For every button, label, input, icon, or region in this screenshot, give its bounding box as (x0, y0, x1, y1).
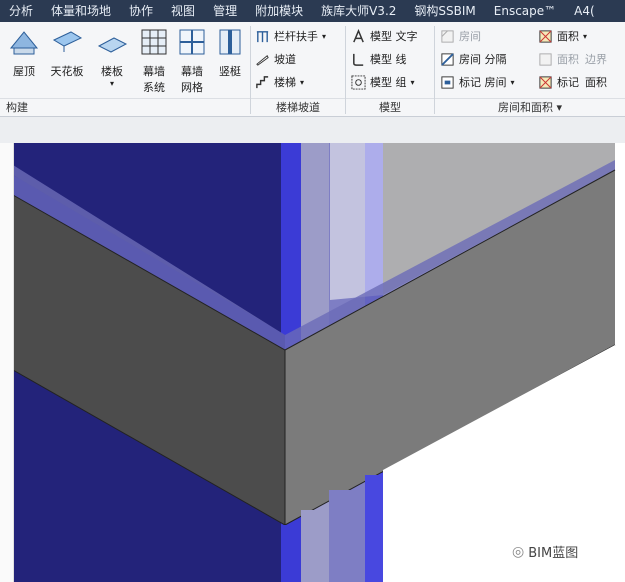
boundary-label: 边界 (585, 53, 607, 66)
mullion-button[interactable]: 竖梃 (210, 26, 250, 79)
tag-area-button[interactable]: 标记 面积 (538, 72, 607, 92)
stair-icon (256, 75, 269, 88)
roof-label: 屋顶 (13, 65, 35, 78)
watermark-text: BIM蓝图 (528, 546, 579, 561)
menu-a4[interactable]: A4( (565, 0, 604, 22)
area-label: 面积 (557, 30, 579, 43)
tag-area-short-label: 面积 (585, 76, 607, 89)
room-separator-icon (441, 52, 454, 66)
area-boundary-label: 面积 (557, 53, 579, 66)
tag-area-label: 标记 (557, 76, 579, 89)
curtain-system-button[interactable]: 幕墙 系统 (134, 26, 174, 95)
mullion-icon (219, 29, 241, 55)
ramp-label: 坡道 (274, 53, 296, 66)
room-area-group-label[interactable]: 房间和面积 ▾ (435, 98, 625, 116)
opening (330, 143, 383, 300)
curtain-system-icon (141, 29, 167, 55)
menu-addins[interactable]: 附加模块 (246, 0, 312, 22)
3d-viewport[interactable] (0, 143, 625, 582)
model-line-button[interactable]: 模型 线 (351, 49, 407, 69)
ceiling-icon (52, 31, 83, 52)
room-icon (441, 29, 454, 43)
model-group-label-text: 模型 (346, 98, 434, 116)
floor-icon (97, 37, 128, 53)
room-label: 房间 (459, 30, 481, 43)
3d-model-view (12, 143, 616, 582)
wechat-icon: ◎ (512, 543, 525, 560)
model-text-button[interactable]: 模型 文字 (351, 26, 418, 46)
menu-analyze[interactable]: 分析 (0, 0, 42, 22)
menu-ssbim[interactable]: 钢构SSBIM (405, 0, 484, 22)
mullion-lower (281, 525, 301, 582)
menu-massing-site[interactable]: 体量和场地 (42, 0, 120, 22)
area-icon (539, 29, 552, 43)
roof-icon (9, 31, 39, 55)
view-toolbar (0, 117, 625, 143)
watermark: ◎ BIM蓝图 (512, 542, 579, 562)
tag-room-label: 标记 房间 (459, 76, 507, 89)
room-separator-label: 房间 分隔 (459, 53, 507, 66)
tag-room-icon (441, 75, 454, 89)
ramp-icon (256, 54, 269, 66)
model-group-icon (351, 74, 366, 90)
ramp-button[interactable]: 坡道 (255, 49, 296, 69)
railing-label: 栏杆扶手 (274, 30, 318, 43)
room-button[interactable]: 房间 (440, 26, 481, 46)
build-group-label: 构建 (0, 98, 256, 116)
curtain-grid-label: 幕墙 网格 (181, 65, 203, 94)
stairs-group-label: 楼梯坡道 (251, 98, 345, 116)
mullion-side-lower (301, 510, 329, 582)
ribbon: 屋顶 天花板 楼板 ▾ 幕墙 系统 幕墙 网格 竖梃 构建 栏杆扶手 ▾ 坡道 楼梯… (0, 22, 625, 117)
room-area-group-text: 房间和面积 (497, 101, 553, 114)
menu-enscape[interactable]: Enscape™ (485, 0, 565, 22)
model-group-label: 模型 组 (370, 76, 407, 89)
curtain-grid-button[interactable]: 幕墙 网格 (172, 26, 212, 95)
area-boundary-icon (539, 52, 552, 66)
menu-bar: 分析 体量和场地 协作 视图 管理 附加模块 族库大师V3.2 钢构SSBIM … (0, 0, 625, 22)
railing-icon (256, 30, 269, 42)
curtain-grid-icon (179, 29, 205, 55)
floor-button[interactable]: 楼板 ▾ (92, 26, 132, 88)
menu-family-master[interactable]: 族库大师V3.2 (312, 0, 405, 22)
area-boundary-button[interactable]: 面积 边界 (538, 49, 607, 69)
area-button[interactable]: 面积 ▾ (538, 26, 587, 46)
glass-panel-lower (329, 490, 365, 582)
model-text-icon (353, 28, 364, 42)
tag-area-icon (539, 75, 552, 89)
left-edge-strip (0, 143, 14, 582)
curtain-system-label: 幕墙 系统 (143, 65, 165, 94)
model-line-icon (353, 53, 364, 66)
mullion-lower (365, 475, 383, 582)
railing-button[interactable]: 栏杆扶手 ▾ (255, 26, 326, 46)
mullion-label: 竖梃 (219, 65, 241, 78)
ceiling-label: 天花板 (50, 65, 84, 78)
model-text-label: 模型 文字 (370, 30, 418, 43)
menu-collaborate[interactable]: 协作 (120, 0, 162, 22)
ceiling-button[interactable]: 天花板 (45, 26, 89, 79)
menu-manage[interactable]: 管理 (204, 0, 246, 22)
stair-button[interactable]: 楼梯 ▾ (255, 72, 304, 92)
tag-room-button[interactable]: 标记 房间 ▾ (440, 72, 515, 92)
roof-button[interactable]: 屋顶 (4, 26, 44, 79)
model-line-label: 模型 线 (370, 53, 407, 66)
room-separator-button[interactable]: 房间 分隔 (440, 49, 507, 69)
floor-label: 楼板 (101, 65, 123, 78)
stair-label: 楼梯 (274, 76, 296, 89)
model-group-button[interactable]: 模型 组 ▾ (351, 72, 415, 92)
menu-view[interactable]: 视图 (162, 0, 204, 22)
